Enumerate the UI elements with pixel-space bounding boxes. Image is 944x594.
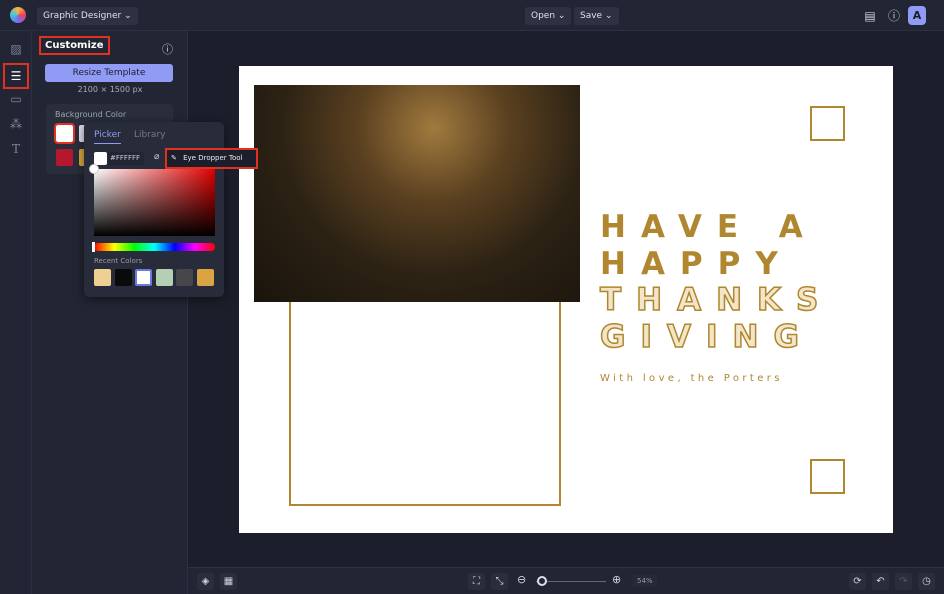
design-canvas[interactable]: HAVE A HAPPY THANKS GIVING With love, th…: [239, 66, 893, 533]
bg-swatch-red[interactable]: [56, 149, 73, 166]
panel-title: Customize: [39, 36, 110, 55]
eyedropper-tooltip: Eye Dropper Tool: [183, 154, 243, 162]
heading-line-2[interactable]: HAPPY: [600, 246, 793, 282]
zoom-slider-handle[interactable]: [537, 576, 547, 586]
heading-line-4[interactable]: GIVING: [599, 318, 814, 356]
saturation-area[interactable]: [94, 169, 215, 236]
hue-slider[interactable]: [94, 243, 215, 251]
app-logo[interactable]: [10, 7, 26, 23]
text-icon[interactable]: T: [8, 141, 24, 157]
open-label: Open: [531, 11, 556, 21]
bg-color-label: Background Color: [55, 110, 127, 119]
resize-template-button[interactable]: Resize Template: [45, 64, 173, 82]
no-color-icon[interactable]: ⌀: [154, 152, 159, 162]
heading-line-3[interactable]: THANKS: [599, 281, 833, 319]
family-photo[interactable]: [254, 85, 580, 302]
color-picker-popup: Picker Library #FFFFFF ⌀ ✎ Eye Dropper T…: [84, 122, 258, 297]
recent-color-swatch[interactable]: [155, 269, 173, 286]
eyedropper-icon: ✎: [171, 154, 177, 162]
eyedropper-button[interactable]: ✎ Eye Dropper Tool: [165, 148, 258, 169]
recent-color-swatch[interactable]: [114, 269, 132, 286]
shrink-icon[interactable]: ⤡: [491, 573, 508, 590]
avatar[interactable]: A: [908, 6, 926, 25]
tagline[interactable]: With love, the Porters: [600, 373, 783, 384]
recent-color-swatch[interactable]: [135, 269, 152, 286]
decor-square-bottom[interactable]: [810, 459, 845, 494]
app-name: Graphic Designer: [43, 11, 122, 21]
zoom-in-icon[interactable]: ⊕: [612, 573, 621, 586]
save-label: Save: [580, 11, 603, 21]
sync-icon[interactable]: ⟳: [849, 573, 866, 590]
open-button[interactable]: Open ⌄: [525, 7, 572, 25]
recent-colors-label: Recent Colors: [94, 257, 143, 265]
saturation-handle[interactable]: [89, 164, 99, 174]
tab-library[interactable]: Library: [134, 130, 165, 140]
redo-icon[interactable]: ↷: [895, 573, 912, 590]
chevron-down-icon: ⌄: [604, 11, 613, 21]
recent-color-swatch[interactable]: [176, 269, 193, 286]
layers-icon[interactable]: ◈: [197, 573, 214, 590]
recent-color-swatch[interactable]: [94, 269, 111, 286]
save-button[interactable]: Save ⌄: [574, 7, 619, 25]
chevron-down-icon: ⌄: [124, 11, 132, 21]
customize-sliders-icon[interactable]: ☰: [3, 63, 29, 89]
fit-screen-icon[interactable]: ⛶: [468, 573, 485, 590]
hex-input[interactable]: #FFFFFF: [108, 152, 144, 165]
comment-icon[interactable]: ▤: [861, 7, 879, 25]
layout-icon[interactable]: ▭: [8, 91, 24, 107]
history-icon[interactable]: ◷: [918, 573, 935, 590]
hue-handle[interactable]: [92, 242, 95, 252]
help-icon[interactable]: ⓘ: [885, 7, 903, 25]
top-bar: Graphic Designer ⌄ Open ⌄ Save ⌄ ▤ ⓘ A: [0, 0, 944, 31]
recent-color-swatch[interactable]: [196, 269, 214, 286]
bg-swatch-white[interactable]: [54, 123, 75, 144]
current-color-swatch: [94, 152, 107, 165]
undo-icon[interactable]: ↶: [872, 573, 889, 590]
customize-panel: Customize ⓘ Resize Template 2100 × 1500 …: [32, 31, 188, 594]
graphics-icon[interactable]: ⁂: [8, 116, 24, 132]
zoom-out-icon[interactable]: ⊖: [517, 573, 526, 586]
tab-picker[interactable]: Picker: [94, 130, 121, 144]
chevron-down-icon: ⌄: [557, 11, 566, 21]
grid-icon[interactable]: ▦: [220, 573, 237, 590]
zoom-level[interactable]: 54%: [633, 575, 657, 587]
tool-rail: ▨ ☰ ▭ ⁂ T: [0, 31, 32, 594]
dimensions-text: 2100 × 1500 px: [77, 85, 143, 94]
heading-line-1[interactable]: HAVE A: [600, 209, 818, 245]
photo-frame[interactable]: [289, 290, 561, 506]
app-switcher-button[interactable]: Graphic Designer ⌄: [37, 7, 138, 25]
decor-square-top[interactable]: [810, 106, 845, 141]
image-icon[interactable]: ▨: [8, 41, 24, 57]
info-icon[interactable]: ⓘ: [162, 41, 173, 57]
bottom-bar: ◈ ▦ ⛶ ⤡ ⊖ ⊕ 54% ⟳ ↶ ↷ ◷: [188, 567, 944, 594]
